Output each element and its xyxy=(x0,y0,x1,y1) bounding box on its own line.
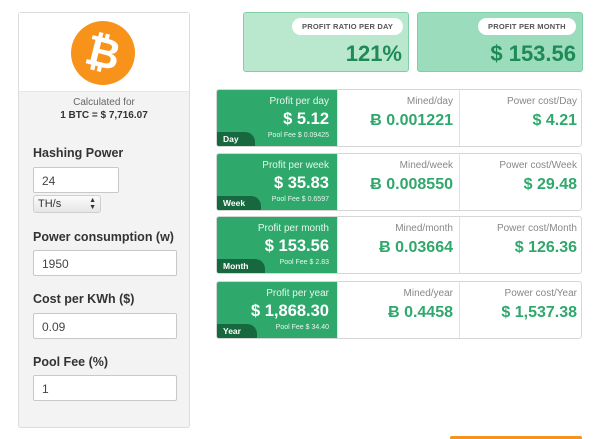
profit-value: $ 35.83 xyxy=(273,174,329,192)
pool-fee-value: Pool Fee $ 34.40 xyxy=(275,324,329,331)
power-cost-cell: Power cost/Year $ 1,537.38 xyxy=(459,282,581,338)
profit-month-box: PROFIT PER MONTH $ 153.56 xyxy=(417,12,583,72)
cost-per-kwh-input[interactable]: 0.09 xyxy=(33,313,177,339)
exchange-rate-info: Calculated for 1 BTC = $ 7,716.07 xyxy=(19,92,189,121)
power-cost-label: Power cost/Week xyxy=(499,160,577,171)
power-cost-value: $ 4.21 xyxy=(532,112,577,129)
profit-cell: Profit per day $ 5.12 Pool Fee $ 0.09425… xyxy=(217,90,337,146)
calculator-sidebar: ₿ Calculated for 1 BTC = $ 7,716.07 Hash… xyxy=(18,12,190,428)
power-cost-label: Power cost/Month xyxy=(496,223,577,234)
power-cost-label: Power cost/Day xyxy=(506,96,577,107)
profit-label: Profit per week xyxy=(262,160,329,171)
calculated-for-label: Calculated for xyxy=(73,97,135,108)
profit-month-value: $ 153.56 xyxy=(490,41,576,66)
bitcoin-logo-icon: ₿ xyxy=(64,14,142,92)
btc-price-value: 1 BTC = $ 7,716.07 xyxy=(60,110,148,121)
hashing-power-label: Hashing Power xyxy=(33,146,124,160)
profit-value: $ 153.56 xyxy=(264,237,329,255)
period-tag: Day xyxy=(217,132,255,146)
mined-cell: Mined/year Ƀ 0.4458 xyxy=(337,282,459,338)
profit-ratio-label: PROFIT RATIO PER DAY xyxy=(292,18,404,35)
period-tag: Week xyxy=(217,196,262,210)
profit-label: Profit per month xyxy=(257,223,329,234)
select-arrows-icon: ▲ ▼ xyxy=(89,197,96,211)
mined-cell: Mined/day Ƀ 0.001221 xyxy=(337,90,459,146)
cost-per-kwh-label: Cost per KWh ($) xyxy=(33,292,135,306)
profit-month-label: PROFIT PER MONTH xyxy=(478,18,576,35)
power-cost-value: $ 126.36 xyxy=(514,239,577,256)
power-cost-cell: Power cost/Month $ 126.36 xyxy=(459,217,581,273)
profit-cell: Profit per year $ 1,868.30 Pool Fee $ 34… xyxy=(217,282,337,338)
row-day: Profit per day $ 5.12 Pool Fee $ 0.09425… xyxy=(216,89,582,147)
power-cost-value: $ 1,537.38 xyxy=(501,304,577,321)
power-cost-value: $ 29.48 xyxy=(523,176,577,193)
pool-fee-value: Pool Fee $ 0.09425 xyxy=(267,132,329,139)
profit-ratio-value: 121% xyxy=(345,41,402,66)
power-consumption-input[interactable]: 1950 xyxy=(33,250,177,276)
profit-cell: Profit per week $ 35.83 Pool Fee $ 0.659… xyxy=(217,154,337,210)
hashing-power-input[interactable]: 24 xyxy=(33,167,119,193)
row-year: Profit per year $ 1,868.30 Pool Fee $ 34… xyxy=(216,281,582,339)
mined-label: Mined/year xyxy=(403,288,453,299)
power-cost-label: Power cost/Year xyxy=(504,288,577,299)
mined-label: Mined/day xyxy=(406,96,453,107)
power-consumption-label: Power consumption (w) xyxy=(33,230,174,244)
pool-fee-input[interactable]: 1 xyxy=(33,375,177,401)
power-cost-cell: Power cost/Day $ 4.21 xyxy=(459,90,581,146)
logo-area: ₿ xyxy=(19,13,189,92)
mined-value: Ƀ 0.008550 xyxy=(370,176,453,193)
hashing-unit-select[interactable]: TH/s ▲ ▼ xyxy=(33,195,101,213)
profit-value: $ 1,868.30 xyxy=(251,302,329,320)
row-week: Profit per week $ 35.83 Pool Fee $ 0.659… xyxy=(216,153,582,211)
profit-ratio-box: PROFIT RATIO PER DAY 121% xyxy=(243,12,409,72)
mined-value: Ƀ 0.001221 xyxy=(370,112,453,129)
mined-cell: Mined/month Ƀ 0.03664 xyxy=(337,217,459,273)
mined-cell: Mined/week Ƀ 0.008550 xyxy=(337,154,459,210)
period-tag: Year xyxy=(217,324,257,338)
mined-label: Mined/month xyxy=(395,223,453,234)
power-cost-cell: Power cost/Week $ 29.48 xyxy=(459,154,581,210)
mined-value: Ƀ 0.03664 xyxy=(379,239,453,256)
mined-label: Mined/week xyxy=(399,160,453,171)
row-month: Profit per month $ 153.56 Pool Fee $ 2.8… xyxy=(216,216,582,274)
profit-label: Profit per day xyxy=(269,96,329,107)
profit-cell: Profit per month $ 153.56 Pool Fee $ 2.8… xyxy=(217,217,337,273)
profit-value: $ 5.12 xyxy=(283,110,329,128)
profit-label: Profit per year xyxy=(266,288,329,299)
pool-fee-label: Pool Fee (%) xyxy=(33,355,109,369)
hashing-unit-value: TH/s xyxy=(38,198,62,210)
mined-value: Ƀ 0.4458 xyxy=(388,304,453,321)
period-tag: Month xyxy=(217,259,265,273)
pool-fee-value: Pool Fee $ 0.6597 xyxy=(271,196,329,203)
pool-fee-value: Pool Fee $ 2.83 xyxy=(279,259,329,266)
